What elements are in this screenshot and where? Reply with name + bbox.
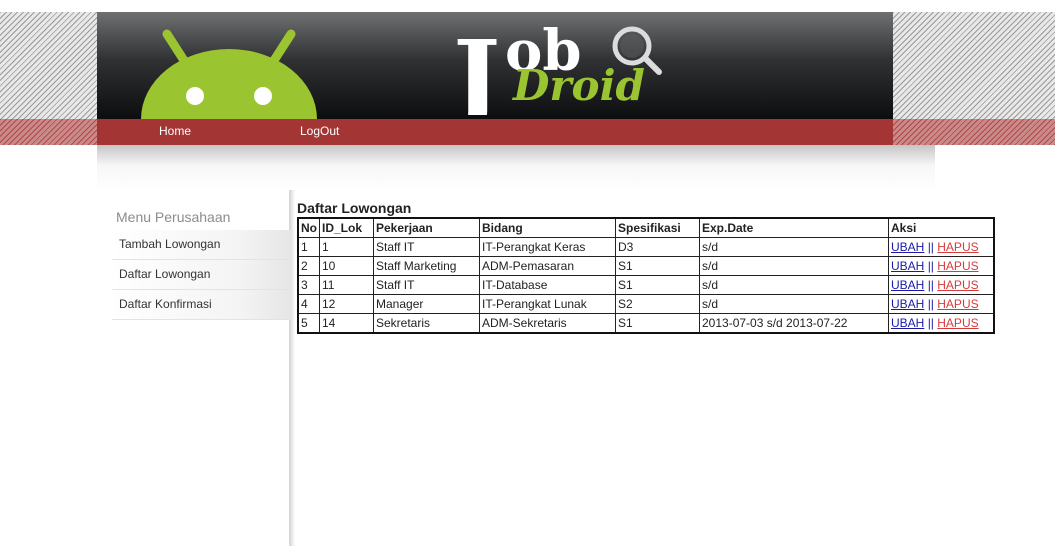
navbar-pattern-left	[0, 119, 97, 145]
cell-pekerjaan: Staff Marketing	[373, 256, 480, 276]
cell-aksi: UBAH || HAPUS	[888, 256, 995, 276]
logo-letter-j: J	[447, 20, 500, 115]
cell-bidang: IT-Database	[479, 275, 616, 295]
sidebar-item-daftar-konfirmasi[interactable]: Daftar Konfirmasi	[112, 290, 292, 320]
col-header-bidang: Bidang	[479, 217, 616, 238]
cell-exp-date: 2013-07-03 s/d 2013-07-22	[699, 313, 889, 334]
cell-bidang: IT-Perangkat Keras	[479, 237, 616, 257]
header-pattern-right	[893, 12, 1055, 119]
delete-link[interactable]: HAPUS	[937, 240, 978, 254]
edit-link[interactable]: UBAH	[891, 240, 924, 254]
delete-link[interactable]: HAPUS	[937, 278, 978, 292]
cell-aksi: UBAH || HAPUS	[888, 294, 995, 314]
cell-bidang: ADM-Pemasaran	[479, 256, 616, 276]
cell-id-lok: 1	[319, 237, 374, 257]
cell-aksi: UBAH || HAPUS	[888, 313, 995, 334]
cell-exp-date: s/d	[699, 294, 889, 314]
jobdroid-logo: J ob Droid	[447, 20, 662, 115]
navbar-pattern-right	[893, 119, 1055, 145]
col-header-no: No	[297, 217, 320, 238]
header-banner: J ob Droid	[97, 12, 893, 119]
cell-no: 4	[297, 294, 320, 314]
col-header-aksi: Aksi	[888, 217, 995, 238]
navbar-shadow	[97, 145, 935, 190]
table-header-row: No ID_Lok Pekerjaan Bidang Spesifikasi E…	[297, 217, 995, 238]
cell-aksi: UBAH || HAPUS	[888, 275, 995, 295]
cell-aksi: UBAH || HAPUS	[888, 237, 995, 257]
cell-spesifikasi: S1	[615, 313, 700, 334]
col-header-id-lok: ID_Lok	[319, 217, 374, 238]
delete-link[interactable]: HAPUS	[937, 316, 978, 330]
top-navbar: Home LogOut	[97, 119, 893, 145]
cell-bidang: IT-Perangkat Lunak	[479, 294, 616, 314]
edit-link[interactable]: UBAH	[891, 278, 924, 292]
action-separator: ||	[927, 258, 934, 273]
cell-id-lok: 12	[319, 294, 374, 314]
action-separator: ||	[927, 277, 934, 292]
table-row: 5 14 Sekretaris ADM-Sekretaris S1 2013-0…	[297, 313, 995, 334]
table-row: 2 10 Staff Marketing ADM-Pemasaran S1 s/…	[297, 256, 995, 276]
cell-pekerjaan: Staff IT	[373, 237, 480, 257]
table-row: 3 11 Staff IT IT-Database S1 s/d UBAH ||…	[297, 275, 995, 295]
cell-pekerjaan: Sekretaris	[373, 313, 480, 334]
edit-link[interactable]: UBAH	[891, 316, 924, 330]
col-header-pekerjaan: Pekerjaan	[373, 217, 480, 238]
sidebar-title: Menu Perusahaan	[116, 209, 231, 225]
table-row: 4 12 Manager IT-Perangkat Lunak S2 s/d U…	[297, 294, 995, 314]
cell-no: 5	[297, 313, 320, 334]
action-separator: ||	[927, 239, 934, 254]
table-row: 1 1 Staff IT IT-Perangkat Keras D3 s/d U…	[297, 237, 995, 257]
logo-word-bottom: Droid	[512, 61, 645, 110]
cell-id-lok: 11	[319, 275, 374, 295]
cell-id-lok: 14	[319, 313, 374, 334]
edit-link[interactable]: UBAH	[891, 259, 924, 273]
header-pattern-left	[0, 12, 97, 119]
cell-spesifikasi: S1	[615, 256, 700, 276]
sidebar-item-tambah-lowongan[interactable]: Tambah Lowongan	[112, 230, 292, 260]
nav-home-link[interactable]: Home	[159, 124, 191, 138]
delete-link[interactable]: HAPUS	[937, 259, 978, 273]
col-header-exp-date: Exp.Date	[699, 217, 889, 238]
cell-exp-date: s/d	[699, 256, 889, 276]
nav-logout-link[interactable]: LogOut	[300, 124, 339, 138]
action-separator: ||	[927, 315, 934, 330]
cell-spesifikasi: S1	[615, 275, 700, 295]
col-header-spesifikasi: Spesifikasi	[615, 217, 700, 238]
cell-spesifikasi: S2	[615, 294, 700, 314]
delete-link[interactable]: HAPUS	[937, 297, 978, 311]
cell-pekerjaan: Staff IT	[373, 275, 480, 295]
cell-pekerjaan: Manager	[373, 294, 480, 314]
cell-exp-date: s/d	[699, 275, 889, 295]
sidebar-menu: Menu Perusahaan Tambah Lowongan Daftar L…	[112, 208, 292, 320]
cell-spesifikasi: D3	[615, 237, 700, 257]
cell-bidang: ADM-Sekretaris	[479, 313, 616, 334]
edit-link[interactable]: UBAH	[891, 297, 924, 311]
job-listing-table: No ID_Lok Pekerjaan Bidang Spesifikasi E…	[297, 217, 995, 334]
cell-no: 1	[297, 237, 320, 257]
cell-exp-date: s/d	[699, 237, 889, 257]
android-logo-icon	[141, 29, 317, 119]
cell-no: 3	[297, 275, 320, 295]
cell-id-lok: 10	[319, 256, 374, 276]
action-separator: ||	[927, 296, 934, 311]
sidebar-item-daftar-lowongan[interactable]: Daftar Lowongan	[112, 260, 292, 290]
cell-no: 2	[297, 256, 320, 276]
page-title: Daftar Lowongan	[297, 200, 412, 216]
main-content: Daftar Lowongan No ID_Lok Pekerjaan Bida…	[297, 199, 995, 334]
